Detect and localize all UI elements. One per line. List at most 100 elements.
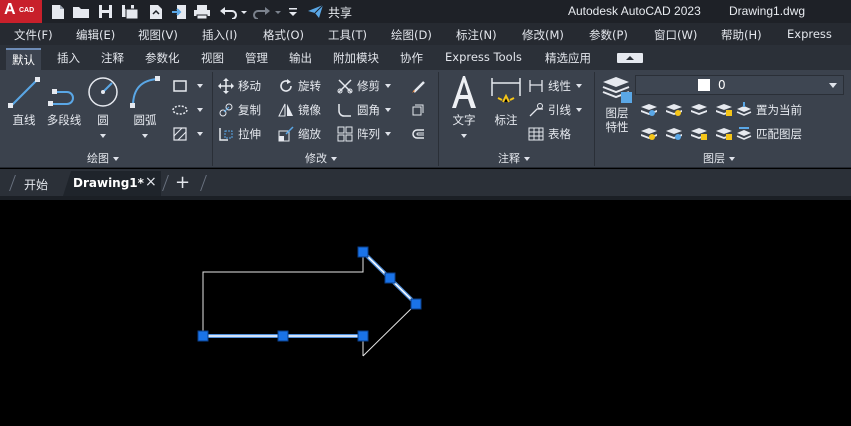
hatch-tool[interactable]: [172, 124, 203, 144]
layers-panel-expand-icon[interactable]: [729, 157, 735, 161]
leader-dropdown-icon[interactable]: [576, 108, 582, 112]
grip-midpoint[interactable]: [277, 330, 289, 342]
customize-quick-access-icon[interactable]: [287, 2, 299, 21]
grip-endpoint[interactable]: [357, 246, 369, 258]
save-icon[interactable]: [96, 2, 114, 21]
plot-icon[interactable]: [192, 2, 212, 21]
grip-midpoint[interactable]: [384, 272, 396, 284]
tab-parametric[interactable]: 参数化: [145, 50, 180, 66]
scale-tool[interactable]: 缩放: [278, 124, 321, 144]
tab-addins[interactable]: 附加模块: [333, 50, 379, 66]
layer-properties-tool[interactable]: 图层 特性: [599, 74, 635, 134]
menu-dimension[interactable]: 标注(N): [456, 27, 497, 43]
erase-tool[interactable]: [410, 76, 430, 96]
menu-edit[interactable]: 编辑(E): [76, 27, 115, 43]
explode-tool[interactable]: [410, 100, 430, 120]
offset-tool[interactable]: [410, 124, 430, 144]
menu-window[interactable]: 窗口(W): [654, 27, 697, 43]
tab-featured-apps[interactable]: 精选应用: [545, 50, 591, 66]
linear-dimension-tool[interactable]: 线性: [528, 76, 582, 96]
rectangle-tool[interactable]: [172, 76, 203, 96]
share-icon[interactable]: [306, 2, 324, 21]
arrow-shape-outline[interactable]: [202, 252, 364, 336]
text-tool[interactable]: 文字: [445, 74, 483, 142]
trim-tool[interactable]: 修剪: [337, 76, 391, 96]
array-dropdown-icon[interactable]: [385, 132, 391, 136]
text-dropdown-icon[interactable]: [461, 133, 467, 138]
tab-start[interactable]: 开始: [24, 176, 48, 193]
mirror-tool[interactable]: 镜像: [278, 100, 321, 120]
modify-panel-title[interactable]: 修改: [305, 150, 337, 166]
annotation-panel-title[interactable]: 注释: [498, 150, 530, 166]
ellipse-dropdown-icon[interactable]: [197, 108, 203, 112]
arc-dropdown-icon[interactable]: [142, 133, 148, 138]
grip-endpoint[interactable]: [197, 330, 209, 342]
redo-icon[interactable]: [252, 2, 282, 21]
fillet-dropdown-icon[interactable]: [385, 108, 391, 112]
tab-express-tools[interactable]: Express Tools: [445, 50, 522, 64]
layer-tools-row-1[interactable]: [640, 101, 736, 117]
new-tab-icon[interactable]: +: [175, 172, 190, 193]
publish-web-icon[interactable]: [147, 2, 165, 21]
new-file-icon[interactable]: [49, 2, 67, 21]
fillet-tool[interactable]: 圆角: [337, 100, 391, 120]
menu-view[interactable]: 视图(V): [138, 27, 178, 43]
menu-draw[interactable]: 绘图(D): [391, 27, 432, 43]
tab-view[interactable]: 视图: [201, 50, 224, 66]
circle-dropdown-icon[interactable]: [100, 133, 106, 138]
tab-manage[interactable]: 管理: [245, 50, 268, 66]
layer-tools-row-2[interactable]: [640, 125, 736, 141]
stretch-tool[interactable]: 拉伸: [218, 124, 261, 144]
menu-express[interactable]: Express: [787, 27, 832, 41]
menu-tools[interactable]: 工具(T): [328, 27, 367, 43]
save-as-icon[interactable]: [120, 2, 140, 21]
import-icon[interactable]: [170, 2, 188, 21]
menu-insert[interactable]: 插入(I): [202, 27, 237, 43]
close-tab-icon[interactable]: ×: [145, 174, 157, 190]
linear-dropdown-icon[interactable]: [576, 84, 582, 88]
move-tool[interactable]: 移动: [218, 76, 261, 96]
set-current-layer-tool[interactable]: 置为当前: [736, 100, 802, 120]
modify-panel-expand-icon[interactable]: [331, 157, 337, 161]
menu-file[interactable]: 文件(F): [14, 27, 53, 43]
layers-panel-title[interactable]: 图层: [703, 150, 735, 166]
rotate-tool[interactable]: 旋转: [278, 76, 321, 96]
tab-collaborate[interactable]: 协作: [400, 50, 423, 66]
leader-tool[interactable]: 引线: [528, 100, 582, 120]
layer-dropdown[interactable]: 0: [635, 75, 844, 95]
hatch-dropdown-icon[interactable]: [197, 132, 203, 136]
menu-format[interactable]: 格式(O): [263, 27, 304, 43]
drawing-canvas[interactable]: [0, 200, 851, 423]
grip-endpoint[interactable]: [410, 298, 422, 310]
array-tool[interactable]: 阵列: [337, 124, 391, 144]
arc-tool[interactable]: 圆弧: [126, 74, 164, 142]
tab-output[interactable]: 输出: [289, 50, 312, 66]
open-folder-icon[interactable]: [71, 2, 91, 21]
menu-modify[interactable]: 修改(M): [522, 27, 564, 43]
hatch-ellipse-tool[interactable]: [172, 100, 203, 120]
table-tool[interactable]: 表格: [528, 124, 571, 144]
tab-annotate[interactable]: 注释: [101, 50, 124, 66]
rectangle-dropdown-icon[interactable]: [197, 84, 203, 88]
dimension-tool[interactable]: 标注: [488, 74, 524, 128]
copy-tool[interactable]: 复制: [218, 100, 261, 120]
arrow-lower-edge[interactable]: [362, 303, 417, 357]
annotation-panel-expand-icon[interactable]: [524, 157, 530, 161]
menu-help[interactable]: 帮助(H): [721, 27, 762, 43]
draw-panel-title[interactable]: 绘图: [87, 150, 119, 166]
line-tool[interactable]: 直线: [6, 74, 42, 128]
menu-parametric[interactable]: 参数(P): [589, 27, 628, 43]
undo-icon[interactable]: [218, 2, 248, 21]
polyline-tool-label: 多段线: [46, 113, 82, 127]
tab-default[interactable]: 默认: [6, 48, 41, 70]
trim-dropdown-icon[interactable]: [385, 84, 391, 88]
app-logo-button[interactable]: A CAD: [0, 0, 42, 23]
grip-endpoint[interactable]: [357, 330, 369, 342]
circle-tool[interactable]: 圆: [86, 74, 120, 142]
ribbon-minimize-icon[interactable]: [617, 53, 643, 63]
polyline-tool[interactable]: 多段线: [44, 74, 84, 128]
tab-insert[interactable]: 插入: [57, 50, 80, 66]
match-layer-tool[interactable]: 匹配图层: [736, 124, 802, 144]
share-label[interactable]: 共享: [328, 4, 352, 21]
draw-panel-expand-icon[interactable]: [113, 157, 119, 161]
